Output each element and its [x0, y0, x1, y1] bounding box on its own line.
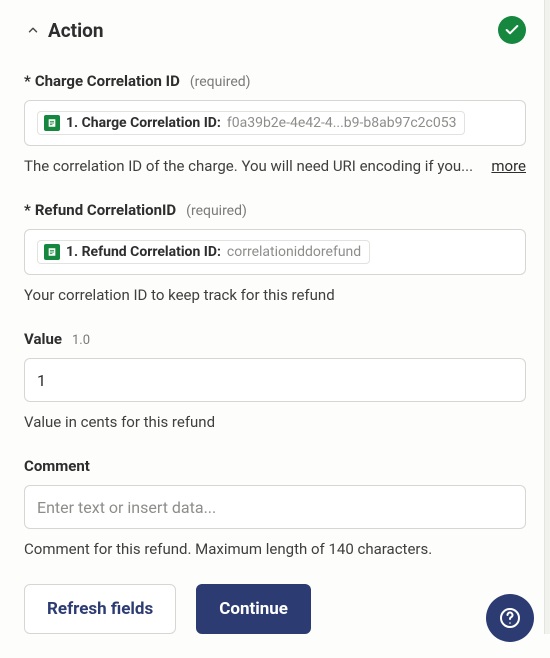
- required-indicator: (required): [190, 74, 251, 90]
- pill-value: f0a39b2e-4e42-4...b9-b8ab97c2c053: [227, 115, 457, 131]
- field-label: *Charge Correlation ID: [24, 72, 180, 90]
- field-label: Comment: [24, 457, 90, 475]
- section-header: Action: [24, 16, 526, 44]
- scrollbar[interactable]: [544, 0, 550, 634]
- value-input[interactable]: [37, 371, 513, 390]
- required-indicator: (required): [186, 203, 247, 219]
- help-fab[interactable]: [486, 594, 534, 642]
- section-title: Action: [48, 19, 104, 42]
- comment-input-wrapper[interactable]: [24, 485, 526, 529]
- sheet-icon: [44, 115, 60, 131]
- comment-input[interactable]: [37, 498, 513, 517]
- refresh-fields-button[interactable]: Refresh fields: [24, 584, 176, 634]
- field-value: Value 1.0 Value in cents for this refund: [24, 330, 526, 433]
- value-pill[interactable]: 1. Refund Correlation ID: correlationidd…: [37, 240, 370, 264]
- pill-label: 1. Refund Correlation ID:: [66, 244, 221, 260]
- status-complete-icon: [498, 16, 526, 44]
- pill-label: 1. Charge Correlation ID:: [66, 115, 221, 131]
- charge-correlation-input[interactable]: 1. Charge Correlation ID: f0a39b2e-4e42-…: [24, 100, 526, 146]
- actions-row: Refresh fields Continue: [24, 584, 526, 634]
- field-label: *Refund CorrelationID: [24, 201, 176, 219]
- field-help: The correlation ID of the charge. You wi…: [24, 156, 479, 177]
- field-refund-correlation: *Refund CorrelationID (required) 1. Refu…: [24, 201, 526, 306]
- sheet-icon: [44, 244, 60, 260]
- field-help: Comment for this refund. Maximum length …: [24, 539, 526, 560]
- continue-button[interactable]: Continue: [196, 584, 311, 634]
- value-pill[interactable]: 1. Charge Correlation ID: f0a39b2e-4e42-…: [37, 111, 465, 135]
- more-link[interactable]: more: [491, 157, 526, 175]
- field-help: Your correlation ID to keep track for th…: [24, 285, 526, 306]
- chevron-up-icon[interactable]: [24, 21, 42, 39]
- field-charge-correlation: *Charge Correlation ID (required) 1. Cha…: [24, 72, 526, 177]
- field-comment: Comment Comment for this refund. Maximum…: [24, 457, 526, 560]
- field-version: 1.0: [72, 333, 90, 348]
- field-help: Value in cents for this refund: [24, 412, 526, 433]
- value-input-wrapper[interactable]: [24, 358, 526, 402]
- refund-correlation-input[interactable]: 1. Refund Correlation ID: correlationidd…: [24, 229, 526, 275]
- pill-value: correlationiddorefund: [227, 244, 361, 260]
- field-label: Value: [24, 330, 62, 348]
